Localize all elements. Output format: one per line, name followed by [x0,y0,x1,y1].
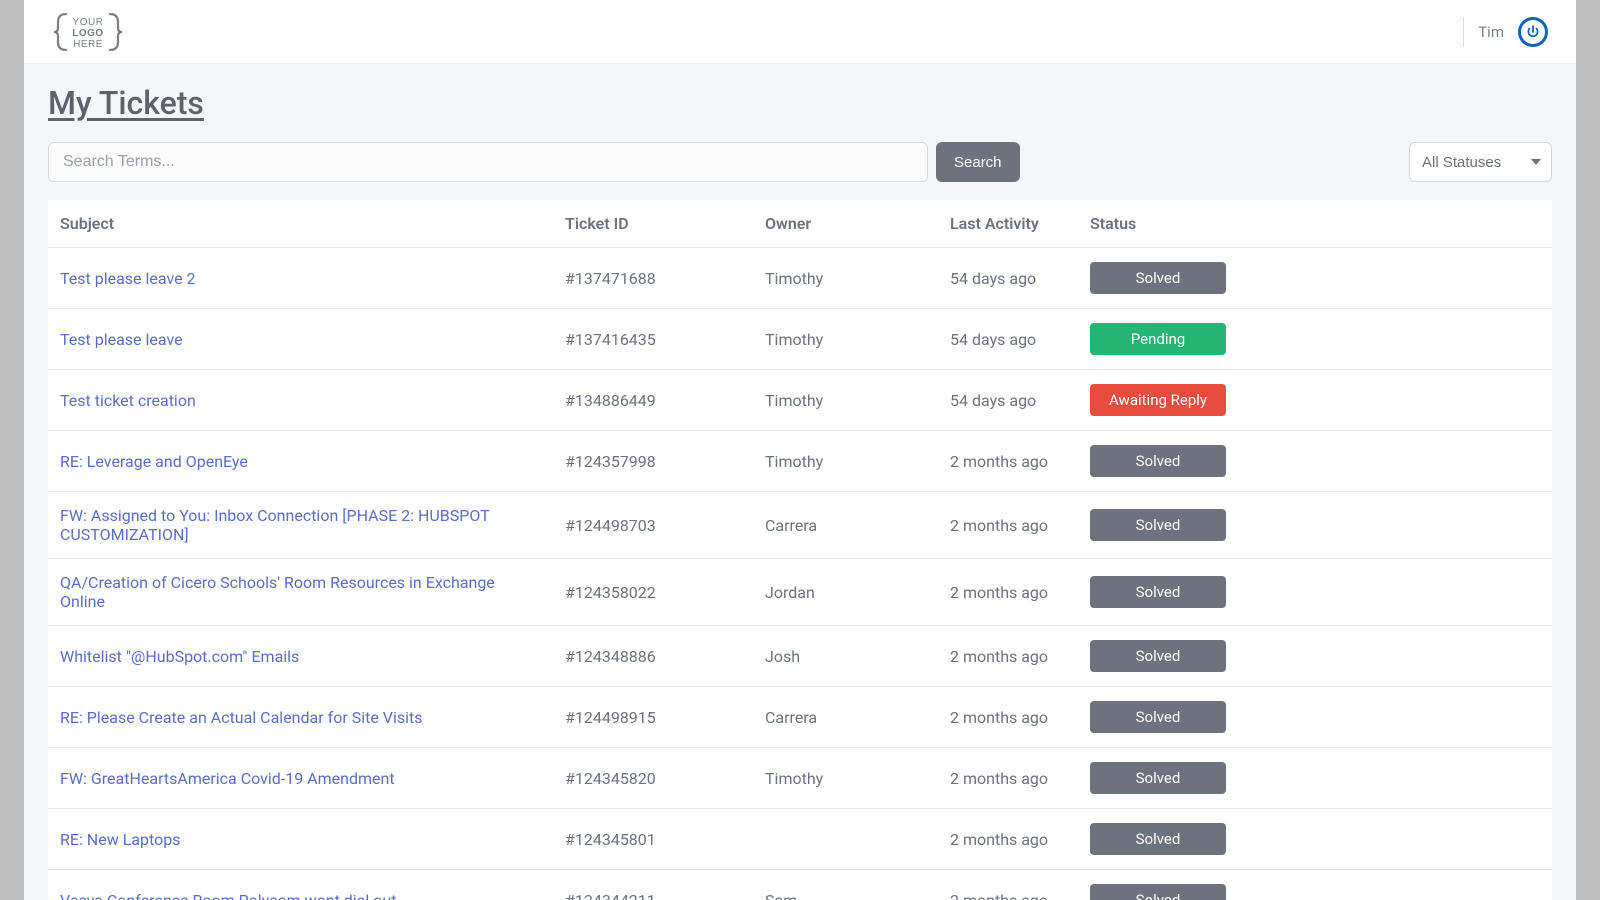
user-divider [1463,17,1464,47]
ticket-owner: Jordan [753,559,938,626]
app-frame: YOUR LOGO HERE Tim My Tickets Search All… [24,0,1576,900]
status-badge: Solved [1090,640,1226,672]
logo: YOUR LOGO HERE [52,8,124,56]
col-header-subject: Subject [48,200,553,248]
svg-text:YOUR: YOUR [73,17,104,28]
table-row: RE: Please Create an Actual Calendar for… [48,687,1552,748]
table-row: Test please leave #137416435Timothy54 day… [48,309,1552,370]
ticket-last-activity: 54 days ago [938,370,1078,431]
ticket-subject-link[interactable]: Test please leave 2 [60,269,196,288]
ticket-last-activity: 54 days ago [938,309,1078,370]
status-badge: Pending [1090,323,1226,355]
controls-row: Search All StatusesSolvedPendingAwaiting… [48,142,1552,182]
ticket-id: #137416435 [553,309,753,370]
ticket-id: #124357998 [553,431,753,492]
ticket-id: #124498703 [553,492,753,559]
ticket-id: #124345801 [553,809,753,870]
ticket-owner: Timothy [753,431,938,492]
page-body: My Tickets Search All StatusesSolvedPend… [24,64,1576,900]
table-header-row: Subject Ticket ID Owner Last Activity St… [48,200,1552,248]
ticket-subject-link[interactable]: RE: New Laptops [60,830,180,849]
logout-button[interactable] [1518,17,1548,47]
table-row: Whitelist "@HubSpot.com" Emails #12434888… [48,626,1552,687]
ticket-id: #124358022 [553,559,753,626]
ticket-subject-link[interactable]: QA/Creation of Cicero Schools' Room Reso… [60,573,495,611]
status-badge: Solved [1090,576,1226,608]
ticket-subject-link[interactable]: Test ticket creation [60,391,196,410]
ticket-last-activity: 2 months ago [938,748,1078,809]
ticket-last-activity: 2 months ago [938,870,1078,900]
status-badge: Solved [1090,823,1226,855]
col-header-last-activity: Last Activity [938,200,1078,248]
search-input[interactable] [48,142,928,182]
ticket-subject-link[interactable]: FW: GreatHeartsAmerica Covid-19 Amendmen… [60,769,395,788]
user-area: Tim [1463,17,1548,47]
ticket-last-activity: 2 months ago [938,626,1078,687]
ticket-owner: Sam [753,870,938,900]
ticket-last-activity: 54 days ago [938,248,1078,309]
ticket-owner [753,809,938,870]
status-badge: Solved [1090,262,1226,294]
ticket-id: #124498915 [553,687,753,748]
power-icon [1526,25,1540,39]
ticket-last-activity: 2 months ago [938,687,1078,748]
table-row: Veeya Conference Room Polycom wont dial … [48,870,1552,900]
status-filter[interactable]: All StatusesSolvedPendingAwaiting Reply [1409,142,1552,182]
page-title: My Tickets [48,84,1552,122]
table-row: Test please leave 2 #137471688Timothy54 d… [48,248,1552,309]
ticket-subject-link[interactable]: Veeya Conference Room Polycom wont dial … [60,891,396,900]
ticket-owner: Timothy [753,309,938,370]
table-row: QA/Creation of Cicero Schools' Room Reso… [48,559,1552,626]
table-row: RE: Leverage and OpenEye #124357998Timoth… [48,431,1552,492]
ticket-owner: Timothy [753,370,938,431]
ticket-subject-link[interactable]: FW: Assigned to You: Inbox Connection [P… [60,506,489,544]
svg-text:LOGO: LOGO [72,28,103,39]
status-badge: Solved [1090,701,1226,733]
status-badge: Solved [1090,509,1226,541]
ticket-owner: Carrera [753,492,938,559]
col-header-owner: Owner [753,200,938,248]
ticket-id: #134886449 [553,370,753,431]
col-header-status: Status [1078,200,1552,248]
ticket-table: Subject Ticket ID Owner Last Activity St… [48,200,1552,900]
ticket-subject-link[interactable]: Whitelist "@HubSpot.com" Emails [60,647,299,666]
status-badge: Solved [1090,445,1226,477]
ticket-owner: Timothy [753,248,938,309]
status-badge: Awaiting Reply [1090,384,1226,416]
table-row: FW: GreatHeartsAmerica Covid-19 Amendmen… [48,748,1552,809]
ticket-last-activity: 2 months ago [938,431,1078,492]
ticket-subject-link[interactable]: RE: Please Create an Actual Calendar for… [60,708,423,727]
ticket-last-activity: 2 months ago [938,809,1078,870]
ticket-id: #124348886 [553,626,753,687]
ticket-id: #124344211 [553,870,753,900]
table-row: RE: New Laptops #124345801 2 months ago Sol… [48,809,1552,870]
ticket-owner: Carrera [753,687,938,748]
status-badge: Solved [1090,884,1226,900]
table-row: FW: Assigned to You: Inbox Connection [P… [48,492,1552,559]
status-badge: Solved [1090,762,1226,794]
topbar: YOUR LOGO HERE Tim [24,0,1576,64]
ticket-id: #137471688 [553,248,753,309]
ticket-subject-link[interactable]: RE: Leverage and OpenEye [60,452,248,471]
ticket-subject-link[interactable]: Test please leave [60,330,183,349]
user-name: Tim [1478,23,1504,41]
ticket-id: #124345820 [553,748,753,809]
svg-text:HERE: HERE [73,39,103,50]
ticket-last-activity: 2 months ago [938,559,1078,626]
ticket-owner: Timothy [753,748,938,809]
col-header-ticket-id: Ticket ID [553,200,753,248]
ticket-owner: Josh [753,626,938,687]
ticket-last-activity: 2 months ago [938,492,1078,559]
search-button[interactable]: Search [936,142,1020,182]
logo-icon: YOUR LOGO HERE [52,8,124,56]
table-row: Test ticket creation #134886449Timothy54 … [48,370,1552,431]
